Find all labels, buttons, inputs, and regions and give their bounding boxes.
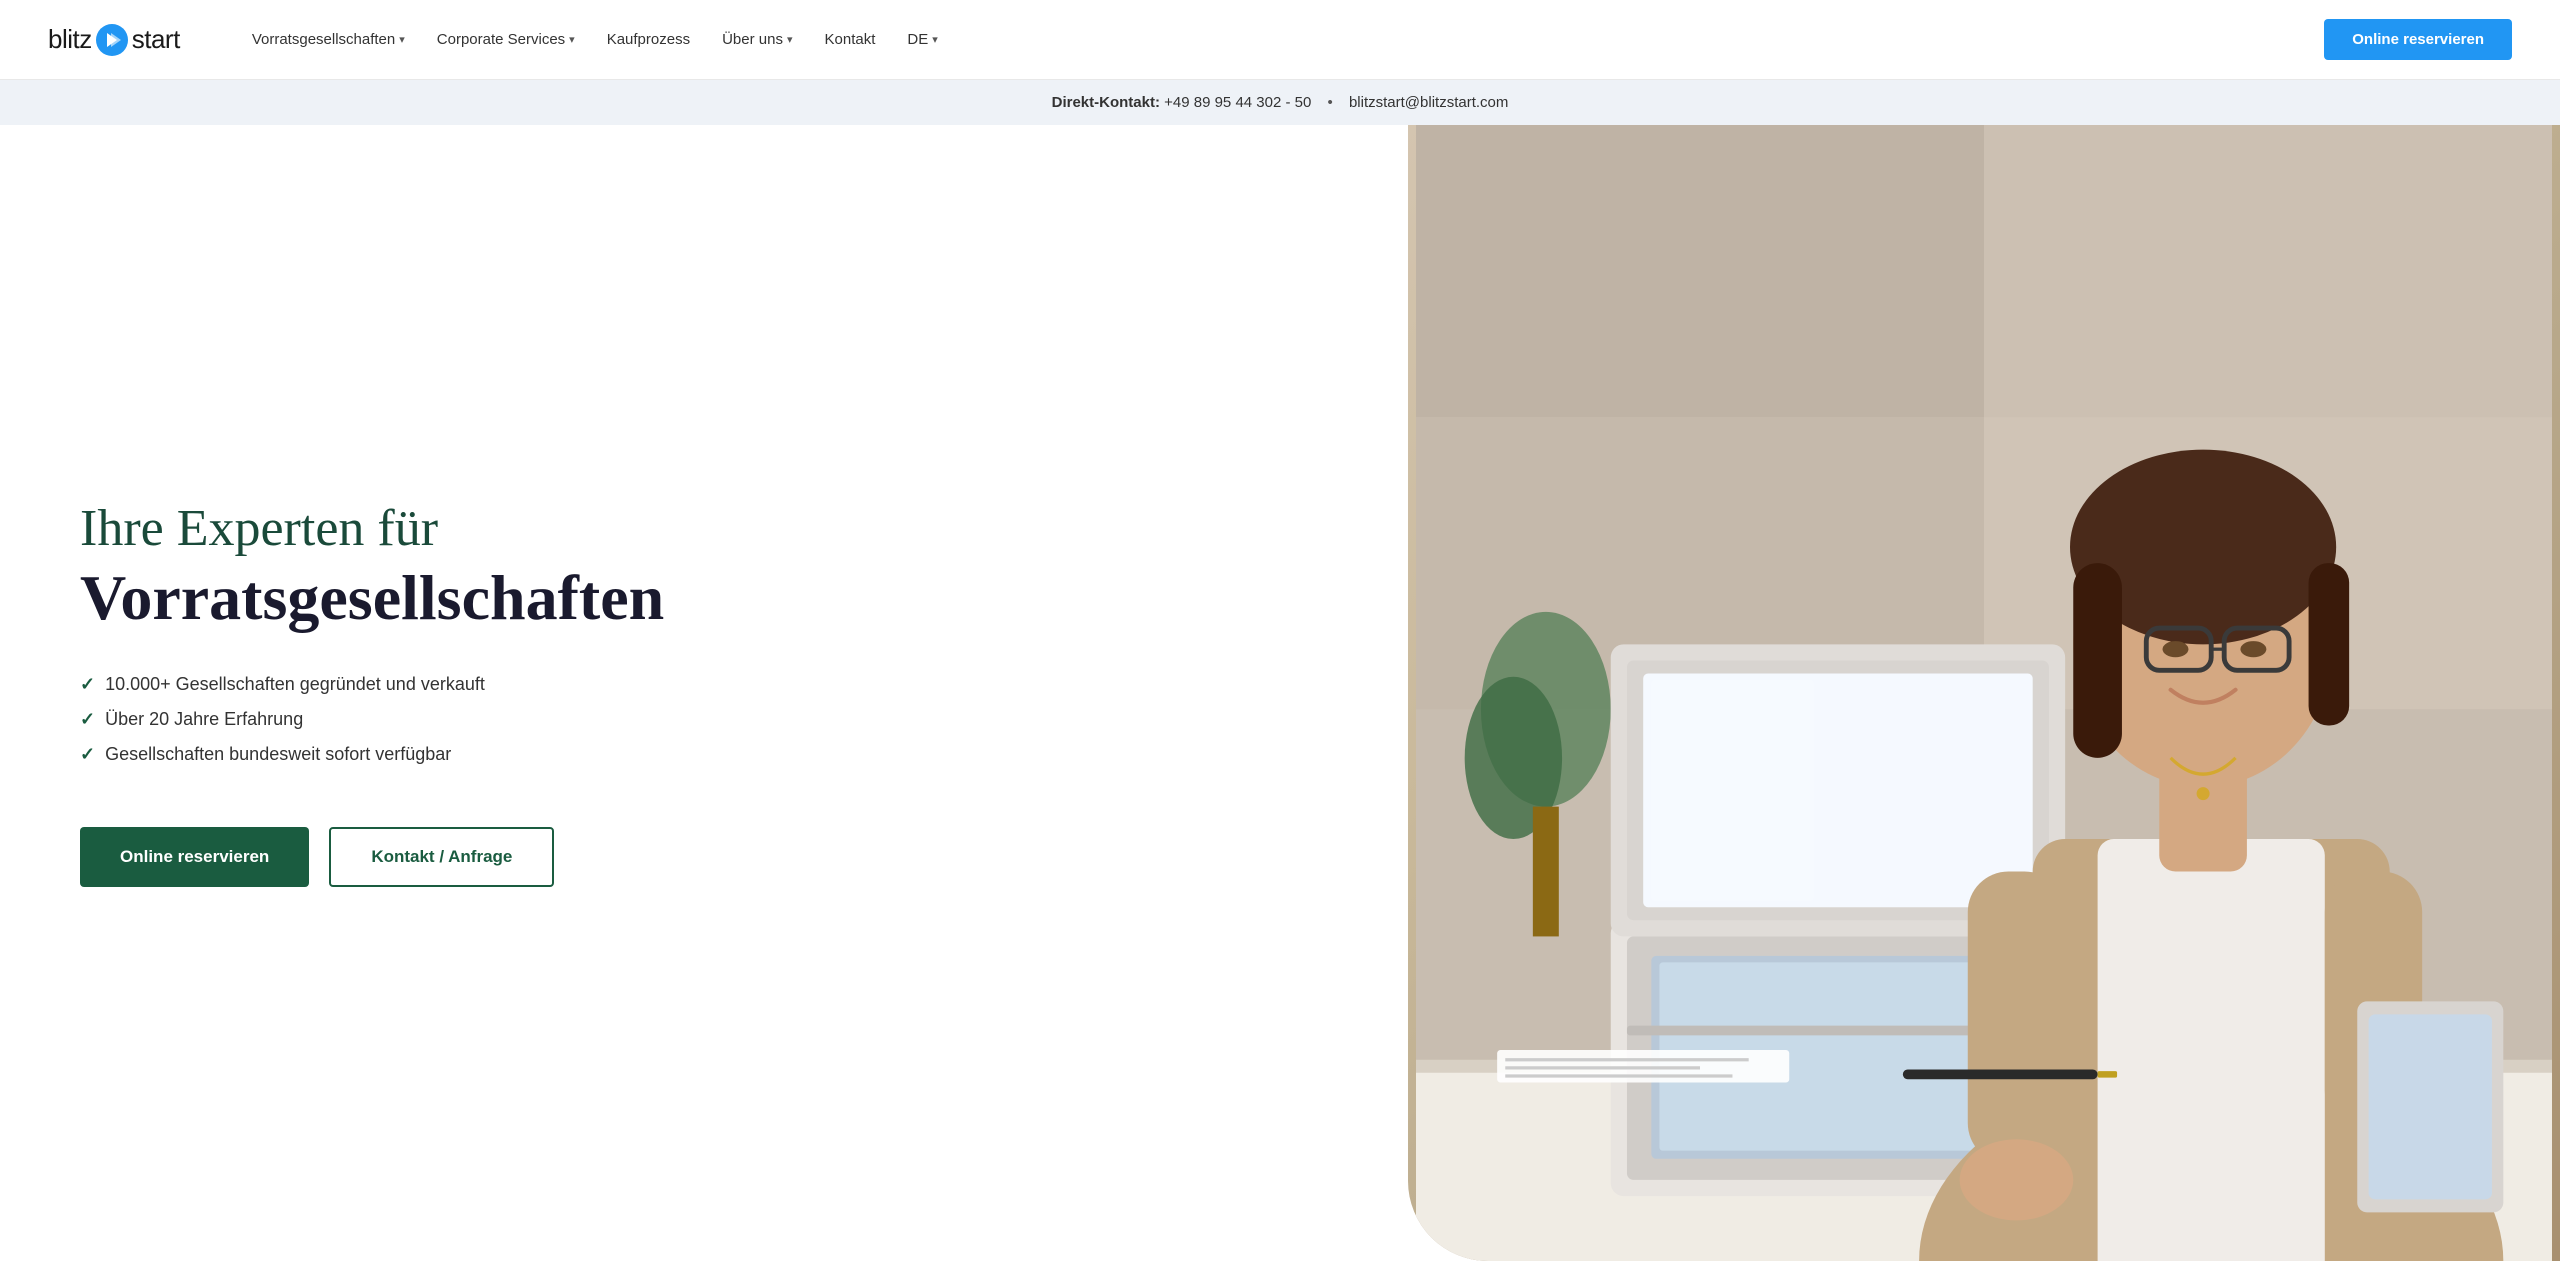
hero-subtitle: Ihre Experten für [80,499,1328,559]
feature-text: Über 20 Jahre Erfahrung [105,709,303,730]
nav-item-vorratsgesellschaften[interactable]: Vorratsgesellschaften ▾ [240,23,417,56]
hero-buttons: Online reservieren Kontakt / Anfrage [80,827,1328,887]
hero-features: ✓ 10.000+ Gesellschaften gegründet und v… [80,674,1328,779]
feature-text: Gesellschaften bundesweit sofort verfügb… [105,744,451,765]
feature-text: 10.000+ Gesellschaften gegründet und ver… [105,674,485,695]
nav-item-kontakt[interactable]: Kontakt [813,23,888,56]
hero-image-area [1408,125,2560,1261]
check-icon: ✓ [80,744,95,765]
hero-cta-primary[interactable]: Online reservieren [80,827,309,887]
chevron-down-icon: ▾ [787,33,793,46]
nav-item-ueber-uns[interactable]: Über uns ▾ [710,23,804,56]
list-item: ✓ Über 20 Jahre Erfahrung [80,709,1328,730]
contact-phone: +49 89 95 44 302 - 50 [1164,94,1311,111]
nav-item-kaufprozess[interactable]: Kaufprozess [595,23,702,56]
nav-item-language[interactable]: DE ▾ [895,23,949,56]
logo-icon [96,24,128,56]
contact-label: Direkt-Kontakt: [1052,94,1160,111]
contact-bar: Direkt-Kontakt: +49 89 95 44 302 - 50 • … [0,80,2560,125]
chevron-down-icon: ▾ [569,33,575,46]
navbar: blitz start Vorratsgesellschaften ▾ Corp… [0,0,2560,80]
nav-items: Vorratsgesellschaften ▾ Corporate Servic… [240,23,2324,56]
hero-left: Ihre Experten für Vorratsgesellschaften … [0,125,1408,1261]
logo-text-start: start [132,24,180,55]
check-icon: ✓ [80,709,95,730]
hero-title: Vorratsgesellschaften [80,563,1328,633]
nav-cta-button[interactable]: Online reservieren [2324,19,2512,60]
hero-image [1408,125,2560,1261]
list-item: ✓ 10.000+ Gesellschaften gegründet und v… [80,674,1328,695]
contact-email: blitzstart@blitzstart.com [1349,94,1508,111]
chevron-down-icon: ▾ [399,33,405,46]
chevron-down-icon: ▾ [932,33,938,46]
hero-cta-secondary[interactable]: Kontakt / Anfrage [329,827,554,887]
nav-item-corporate-services[interactable]: Corporate Services ▾ [425,23,587,56]
contact-separator: • [1328,94,1333,111]
list-item: ✓ Gesellschaften bundesweit sofort verfü… [80,744,1328,765]
check-icon: ✓ [80,674,95,695]
hero-illustration [1408,125,2560,1261]
hero-section: Ihre Experten für Vorratsgesellschaften … [0,125,2560,1261]
logo[interactable]: blitz start [48,24,180,56]
logo-text-blitz: blitz [48,24,92,55]
